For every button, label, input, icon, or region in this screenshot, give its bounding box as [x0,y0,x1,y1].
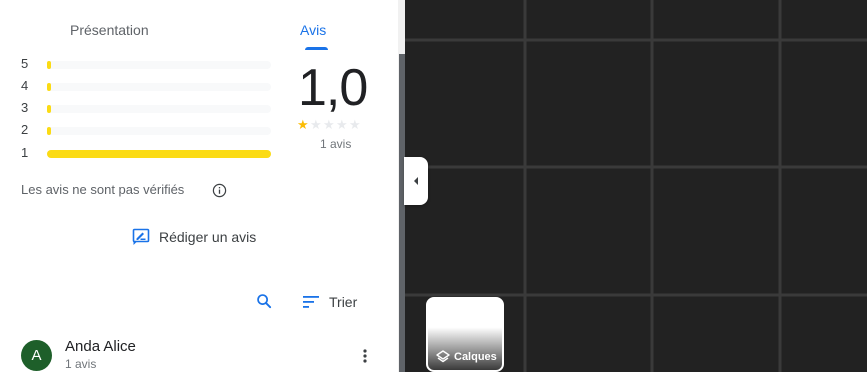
histogram-bar-track [47,105,271,113]
histogram-star-label: 3 [21,100,29,115]
tab-reviews[interactable]: Avis [300,0,330,52]
write-review-label: Rédiger un avis [159,229,257,245]
histogram-bar-track [47,83,271,91]
active-tab-indicator [305,47,328,50]
histogram-bar-fill [47,127,51,135]
tab-overview[interactable]: Présentation [70,0,190,52]
histogram-row: 1 [21,145,281,161]
rate-review-icon [132,228,150,245]
reviewer-review-count: 1 avis [65,357,97,371]
histogram-star-label: 1 [21,145,29,160]
collapse-panel-button[interactable] [404,157,428,205]
chevron-left-icon [414,177,418,185]
histogram-bar-fill [47,150,271,158]
histogram-row: 3 [21,100,281,116]
histogram-bar-track [47,150,271,158]
layers-icon [436,350,450,363]
star-icon: ★ [323,117,335,132]
place-details-panel: Présentation Avis 54321 1,0 ★ ★ ★ ★ ★ 1 avis… [0,0,405,372]
histogram-bar-track [47,127,271,135]
histogram-star-label: 5 [21,56,29,71]
write-review-button[interactable]: Rédiger un avis [132,226,256,248]
more-vert-icon[interactable] [356,347,374,365]
histogram-row: 5 [21,56,281,72]
layers-label: Calques [454,351,497,363]
info-icon[interactable] [212,183,227,198]
star-icon: ★ [349,117,361,132]
histogram-star-label: 4 [21,78,29,93]
reviewer-name[interactable]: Anda Alice [65,338,136,355]
avatar[interactable]: A [21,340,52,371]
layers-content: Calques [436,350,497,364]
tab-reviews-label: Avis [300,22,327,38]
star-icon: ★ [310,117,322,132]
histogram-bar-fill [47,83,51,91]
histogram-star-label: 2 [21,122,29,137]
histogram-bar-fill [47,61,51,69]
histogram-row: 2 [21,122,281,138]
search-icon[interactable] [256,293,273,310]
star-icon: ★ [297,117,309,132]
histogram-bar-fill [47,105,51,113]
review-count: 1 avis [320,137,352,151]
layers-button[interactable]: Calques [426,297,504,372]
tab-overview-label: Présentation [70,22,149,38]
histogram-row: 4 [21,78,281,94]
star-icon: ★ [336,117,348,132]
sort-label: Trier [329,294,358,310]
sort-icon [303,296,319,308]
sort-button[interactable]: Trier [303,292,357,312]
unverified-notice: Les avis ne sont pas vérifiés [21,182,185,197]
average-rating: 1,0 [298,59,368,117]
histogram-bar-track [47,61,271,69]
